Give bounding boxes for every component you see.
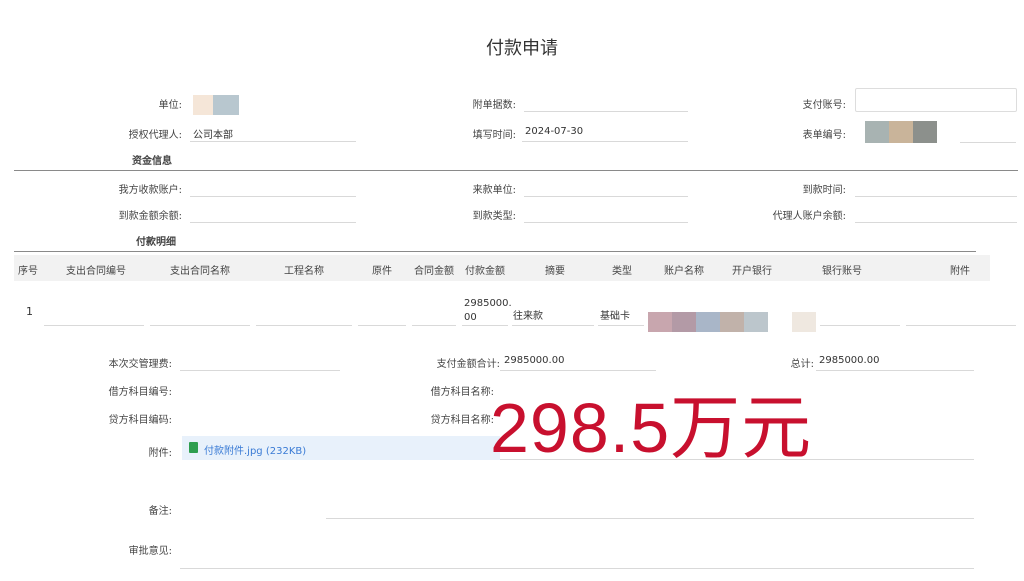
col-attachment: 附件 (950, 266, 970, 277)
our-account-input[interactable] (190, 178, 356, 197)
fund-info-title: 资金信息 (132, 156, 172, 167)
debit-name-label: 借方科目名称: (430, 387, 494, 398)
row-bank-blurred (792, 312, 816, 332)
row-contract-amount-input[interactable] (412, 324, 456, 326)
payment-detail-divider (14, 251, 976, 252)
form-no-input[interactable] (960, 124, 1016, 143)
agent-label: 授权代理人: (128, 130, 182, 141)
col-index: 序号 (18, 266, 38, 277)
attachment-file-link[interactable]: 付款附件.jpg (232KB) (204, 442, 306, 457)
row-summary: 往来款 (513, 311, 543, 322)
approval-input[interactable] (180, 550, 974, 569)
col-original: 原件 (372, 266, 392, 277)
col-summary: 摘要 (545, 266, 565, 277)
attachment-file-item[interactable]: 付款附件.jpg (232KB) (182, 436, 500, 460)
agent-balance-input[interactable] (855, 204, 1017, 223)
row-type: 基础卡 (600, 311, 630, 322)
row-type-input[interactable] (598, 324, 644, 326)
row-account-blurred-3 (696, 312, 720, 332)
debit-code-label: 借方科目编号: (108, 387, 172, 398)
arrival-time-input[interactable] (855, 178, 1017, 197)
col-account-name: 账户名称 (664, 266, 704, 277)
row-account-blurred-2 (672, 312, 696, 332)
page-title: 付款申请 (486, 38, 558, 59)
credit-code-label: 贷方科目编码: (108, 415, 172, 426)
row-pay-amount-input[interactable] (462, 324, 508, 326)
handling-fee-input[interactable] (180, 352, 340, 371)
arrival-balance-label: 到款金额余额: (118, 211, 182, 222)
payer-unit-label: 来款单位: (472, 185, 516, 196)
attachments-count-label: 附单据数: (472, 100, 516, 111)
form-no-label: 表单编号: (802, 130, 846, 141)
col-contract-amount: 合同金额 (414, 266, 454, 277)
attachments-count-input[interactable] (524, 93, 688, 112)
row-account-blurred-5 (744, 312, 768, 332)
row-attachment-input[interactable] (906, 324, 1016, 326)
remark-label: 备注: (148, 506, 172, 517)
fill-date-label: 填写时间: (472, 130, 516, 141)
our-account-label: 我方收款账户: (118, 185, 182, 196)
payer-unit-input[interactable] (524, 178, 688, 197)
sum-input[interactable] (816, 352, 974, 371)
amount-annotation: 298.5万元 (490, 389, 813, 467)
row-index: 1 (26, 305, 33, 318)
arrival-type-input[interactable] (524, 204, 688, 223)
approval-label: 审批意见: (128, 546, 172, 557)
col-project-name: 工程名称 (284, 266, 324, 277)
unit-label: 单位: (158, 100, 182, 111)
row-pay-amount-line1: 2985000. (464, 298, 512, 309)
fill-date-input[interactable] (522, 123, 688, 142)
col-type: 类型 (612, 266, 632, 277)
row-account-blurred-1 (648, 312, 672, 332)
row-pay-amount-line2: 00 (464, 312, 477, 323)
row-project-name-input[interactable] (256, 324, 352, 326)
form-no-blurred-1 (865, 121, 889, 143)
arrival-type-label: 到款类型: (472, 211, 516, 222)
col-pay-amount: 付款金额 (465, 266, 505, 277)
attachment-label: 附件: (148, 448, 172, 459)
row-bank-account-input[interactable] (820, 324, 900, 326)
pay-account-input[interactable] (855, 88, 1017, 112)
col-contract-no: 支出合同编号 (66, 266, 126, 277)
pay-total-label: 支付金额合计: (436, 359, 500, 370)
col-bank: 开户银行 (732, 266, 772, 277)
handling-fee-label: 本次交管理费: (108, 359, 172, 370)
pay-account-label: 支付账号: (802, 100, 846, 111)
payment-detail-title: 付款明细 (136, 237, 176, 248)
row-contract-name-input[interactable] (150, 324, 250, 326)
row-original-input[interactable] (358, 324, 406, 326)
row-contract-no-input[interactable] (44, 324, 144, 326)
arrival-time-label: 到款时间: (802, 185, 846, 196)
credit-name-label: 贷方科目名称: (430, 415, 494, 426)
form-no-blurred-3 (913, 121, 937, 143)
image-file-icon (189, 442, 198, 453)
arrival-balance-input[interactable] (190, 204, 356, 223)
col-bank-account: 银行账号 (822, 266, 862, 277)
sum-label: 总计: (790, 359, 814, 370)
row-account-blurred-4 (720, 312, 744, 332)
row-summary-input[interactable] (512, 324, 594, 326)
pay-total-input[interactable] (500, 352, 656, 371)
agent-input[interactable] (190, 123, 356, 142)
form-no-blurred-2 (889, 121, 913, 143)
unit-value-blurred-2 (213, 95, 239, 115)
remark-input[interactable] (326, 500, 974, 519)
fund-info-divider (14, 170, 1018, 171)
agent-balance-label: 代理人账户余额: (772, 211, 846, 222)
col-contract-name: 支出合同名称 (170, 266, 230, 277)
unit-value-blurred (193, 95, 213, 115)
